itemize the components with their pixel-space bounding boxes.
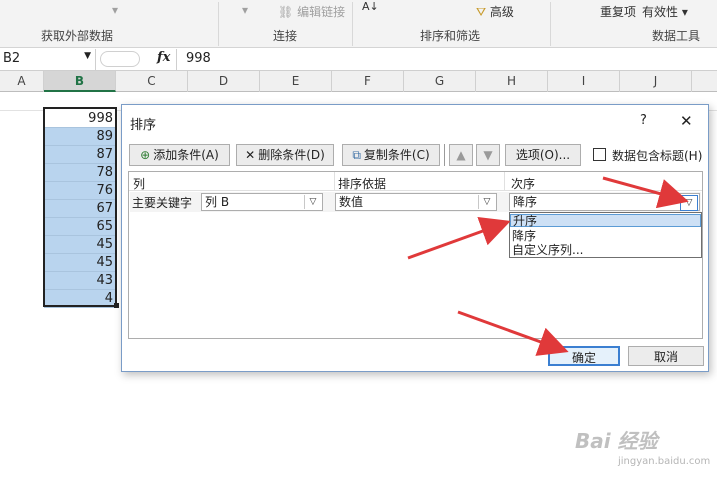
- options-button[interactable]: 选项(O)...: [505, 144, 581, 166]
- column-header-e[interactable]: E: [260, 71, 332, 92]
- validity-label: 有效性: [642, 5, 679, 19]
- header-divider: [334, 172, 335, 191]
- formula-input[interactable]: 998: [186, 51, 211, 66]
- fill-handle[interactable]: [114, 303, 119, 308]
- name-box[interactable]: B2 ▼: [0, 49, 96, 70]
- ribbon-divider: [218, 2, 219, 46]
- column-header-f[interactable]: F: [332, 71, 404, 92]
- column-header-h[interactable]: H: [476, 71, 548, 92]
- group-connections-label: 连接: [273, 29, 298, 43]
- column-dropdown-value: 列 B: [205, 195, 230, 209]
- column-dropdown[interactable]: 列 B ▽: [201, 193, 323, 211]
- edit-links-button[interactable]: ⛓ 编辑链接: [278, 3, 345, 20]
- data-validation-button[interactable]: 有效性 ▾: [642, 3, 688, 20]
- add-condition-label: 添加条件(A): [153, 148, 219, 162]
- funnel-icon: ⛛: [476, 5, 487, 19]
- ribbon-divider: [550, 2, 551, 46]
- column-header-b[interactable]: B: [44, 71, 116, 92]
- link-icon: ⛓: [278, 5, 294, 19]
- toolbar-divider: [444, 144, 445, 166]
- header-sort-on: 排序依据: [338, 177, 387, 191]
- order-dropdown[interactable]: 降序 ▽: [509, 193, 700, 211]
- arrow-up-icon: ▲: [456, 148, 466, 162]
- close-button[interactable]: ✕: [680, 112, 693, 130]
- sort-on-dropdown-value: 数值: [339, 195, 364, 209]
- insert-function-icon[interactable]: fx: [157, 50, 170, 65]
- sort-on-dropdown[interactable]: 数值 ▽: [335, 193, 497, 211]
- column-header-a[interactable]: A: [0, 71, 44, 92]
- column-header-g[interactable]: G: [404, 71, 476, 92]
- delete-condition-label: 删除条件(D): [258, 148, 325, 162]
- delete-icon: ✕: [245, 148, 256, 162]
- chevron-down-icon[interactable]: ▽: [304, 195, 321, 209]
- order-option-descending[interactable]: 降序: [510, 230, 701, 243]
- name-box-value: B2: [3, 51, 21, 66]
- header-column: 列: [133, 177, 146, 191]
- edit-links-label: 编辑链接: [297, 5, 346, 19]
- chevron-down-icon[interactable]: ▽: [478, 195, 495, 209]
- help-button[interactable]: ?: [640, 113, 647, 128]
- group-external-data-label: 获取外部数据: [41, 29, 114, 43]
- order-option-ascending[interactable]: 升序: [510, 214, 701, 228]
- add-condition-button[interactable]: ⊕ 添加条件(A): [129, 144, 230, 166]
- baidu-watermark: Bai 经验: [575, 429, 658, 453]
- remove-duplicates-button[interactable]: 重复项: [600, 3, 636, 20]
- group-data-tools-label: 数据工具: [652, 29, 701, 43]
- column-header-j[interactable]: J: [620, 71, 692, 92]
- move-down-button[interactable]: ▼: [476, 144, 500, 166]
- connections-dropdown-icon[interactable]: ▾: [242, 3, 248, 17]
- row-label-primary-key: 主要关键字: [132, 196, 193, 210]
- group-sort-filter-label: 排序和筛选: [420, 29, 481, 43]
- formula-bar-resize-handle[interactable]: [100, 51, 140, 67]
- cancel-button[interactable]: 取消: [628, 346, 704, 366]
- has-header-label: 数据包含标题(H): [612, 149, 703, 163]
- column-header-d[interactable]: D: [188, 71, 260, 92]
- ok-button[interactable]: 确定: [548, 346, 620, 366]
- copy-icon: ⧉: [352, 148, 361, 162]
- delete-condition-button[interactable]: ✕ 删除条件(D): [236, 144, 334, 166]
- copy-condition-label: 复制条件(C): [363, 148, 430, 162]
- order-option-custom[interactable]: 自定义序列...: [510, 244, 701, 257]
- advanced-label: 高级: [489, 5, 514, 19]
- header-order: 次序: [511, 177, 536, 191]
- table-header-row: [129, 172, 702, 191]
- arrow-down-icon: ▼: [483, 148, 493, 162]
- chevron-down-icon[interactable]: ▽: [680, 195, 698, 211]
- advanced-filter-button[interactable]: ⛛ 高级: [476, 3, 514, 20]
- has-header-checkbox[interactable]: [593, 148, 606, 161]
- column-header-c[interactable]: C: [116, 71, 188, 92]
- formula-divider: [176, 49, 177, 70]
- order-dropdown-value: 降序: [513, 195, 538, 209]
- sort-az-icon[interactable]: A↓: [362, 0, 379, 13]
- dialog-title: 排序: [130, 118, 157, 133]
- chevron-down-icon[interactable]: ▼: [84, 51, 91, 61]
- move-up-button[interactable]: ▲: [449, 144, 473, 166]
- ribbon-divider: [352, 2, 353, 46]
- selection-border: [43, 107, 117, 307]
- header-divider: [504, 172, 505, 191]
- column-header-i[interactable]: I: [548, 71, 620, 92]
- external-data-dropdown-icon[interactable]: ▾: [112, 3, 118, 17]
- copy-condition-button[interactable]: ⧉ 复制条件(C): [342, 144, 440, 166]
- chevron-down-icon: ▾: [681, 5, 688, 19]
- watermark-site: jingyan.baidu.com: [618, 456, 711, 467]
- add-condition-icon: ⊕: [140, 148, 151, 162]
